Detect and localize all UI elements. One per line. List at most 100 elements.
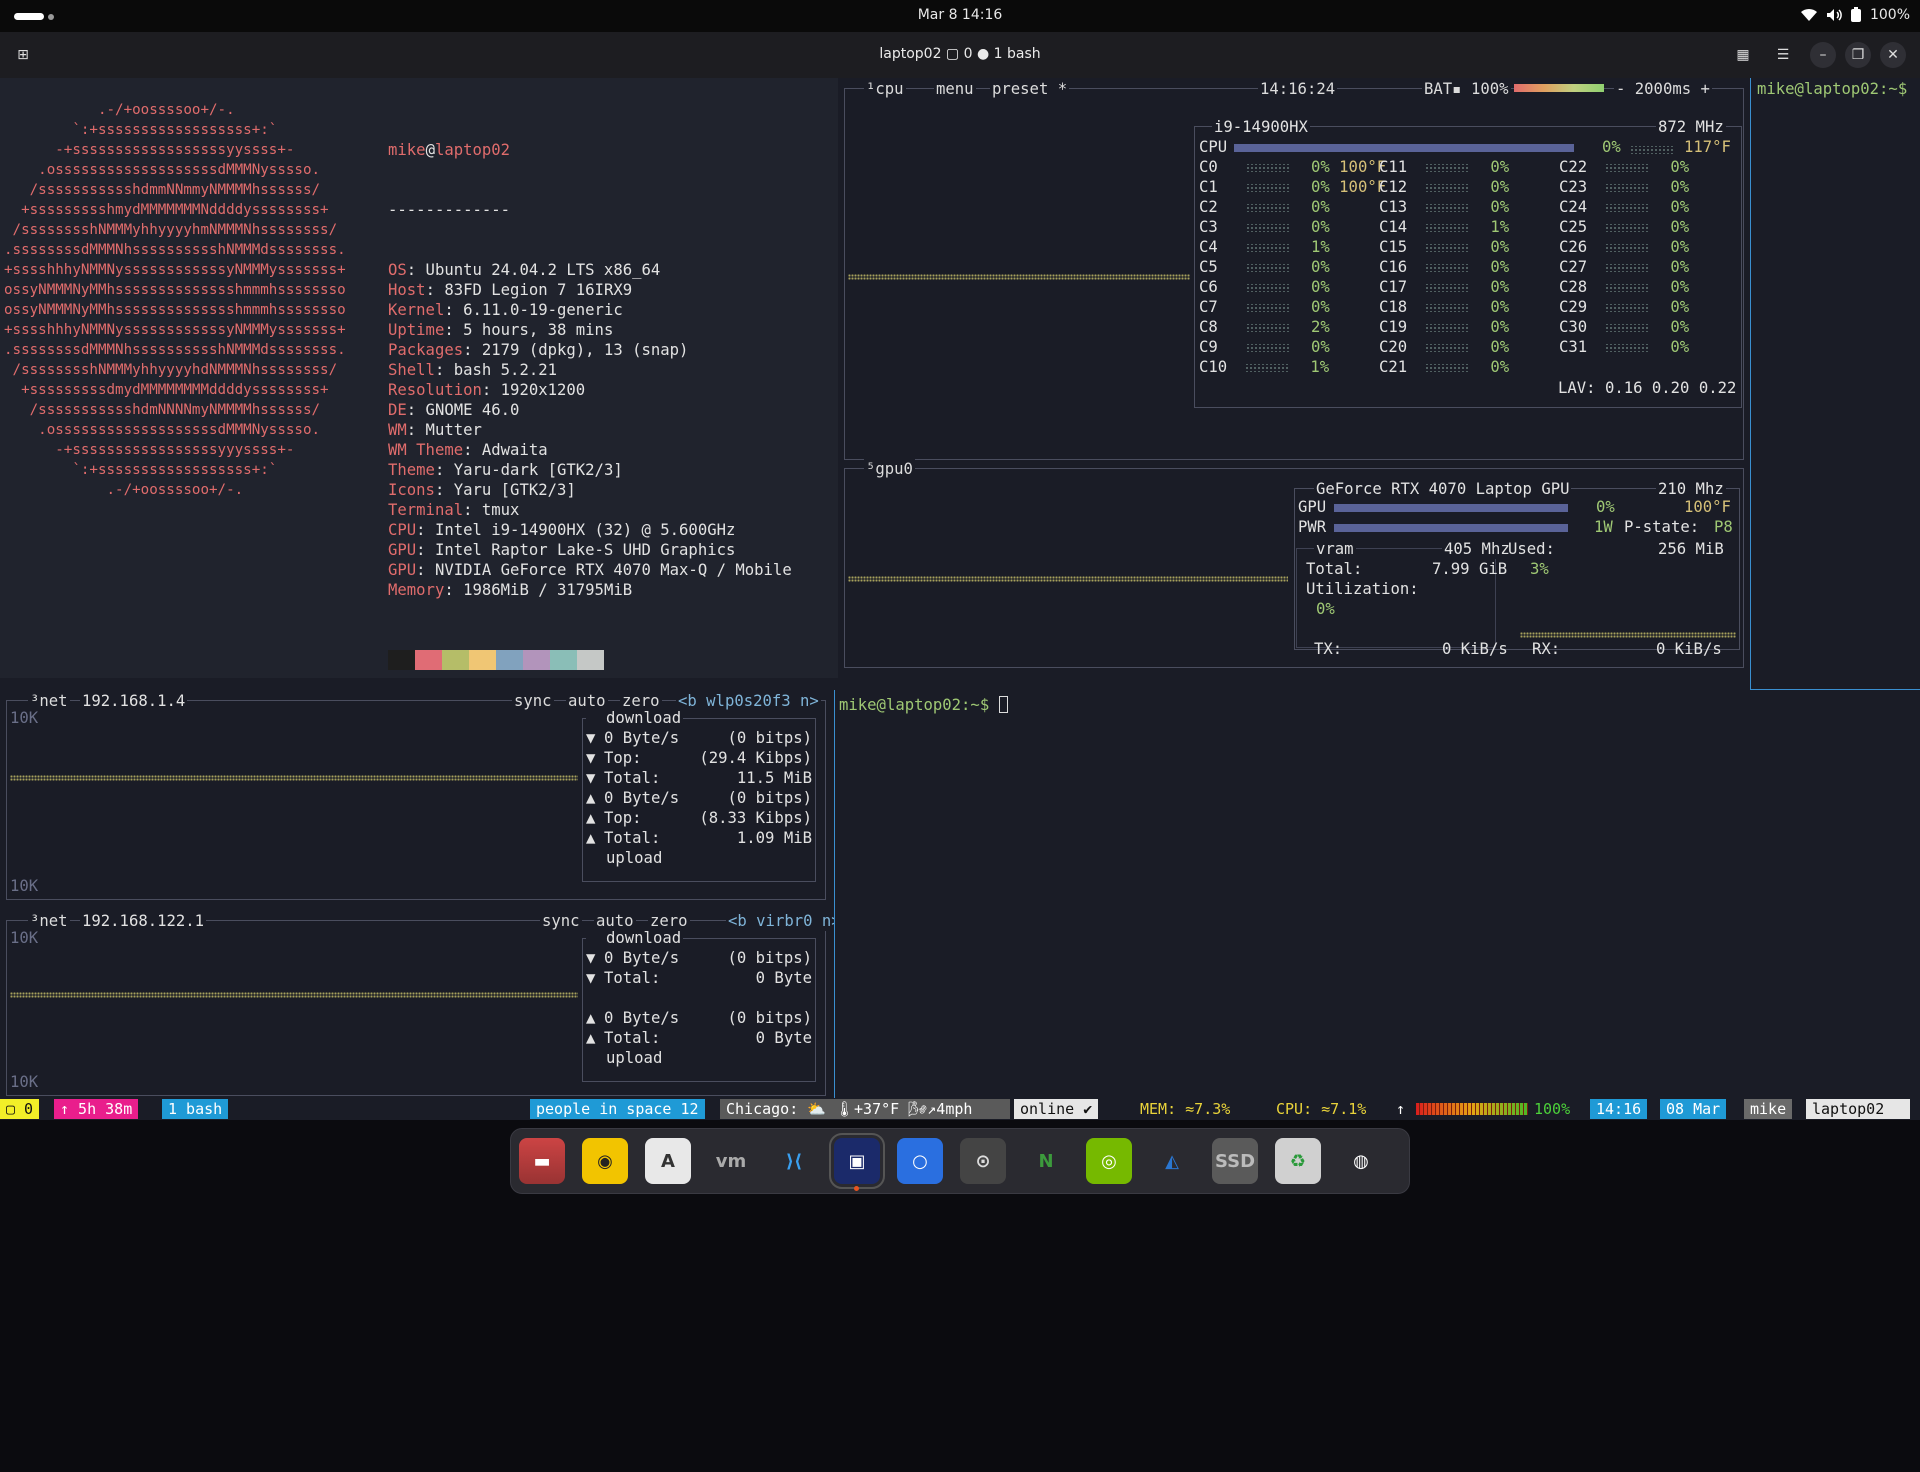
arrow: ▲ (586, 789, 596, 807)
core-name: C1 (1199, 178, 1218, 196)
cpu-core-row: C2 0% (1199, 197, 1330, 217)
separator: ------------- (388, 201, 511, 219)
stat-value: (0 bitps) (727, 729, 813, 747)
core-graph (1605, 344, 1650, 352)
tx-value: 0 KiB/s (1442, 640, 1508, 658)
cpu-core-row: C9 0% (1199, 337, 1330, 357)
info-key: Packages (388, 341, 464, 359)
info-key: Icons (388, 481, 435, 499)
core-pct: 0% (1670, 198, 1690, 216)
info-row: Uptime: 5 hours, 38 mins (388, 320, 792, 340)
cpu-core-row: C4 1% (1199, 237, 1330, 257)
info-value: : Adwaita (463, 441, 548, 459)
core-pct: 0% (1311, 278, 1330, 296)
logo-line: +sssshhhyNMMNyssssssssssssyNMMMysssssss+ (4, 322, 346, 338)
neofetch-pane[interactable]: .-/+oossssoo+/-. `:+ssssssssssssssssss+:… (0, 78, 838, 678)
info-value: : Intel i9-14900HX (32) @ 5.600GHz (416, 521, 736, 539)
cpu-core-row: C22 0% (1559, 157, 1689, 177)
terminal-area[interactable]: .-/+oossssoo+/-. `:+ssssssssssssssssss+:… (0, 78, 1920, 1098)
core-pct: 0% (1311, 338, 1330, 356)
logo-line: +ssssssssshmydMMMMMMMNddddyssssssss+ (4, 202, 329, 218)
grid-view-icon[interactable]: ▦ (1730, 42, 1756, 68)
vmware-icon[interactable]: vm (708, 1138, 754, 1184)
stat-label: download (606, 709, 682, 727)
core-pct: 0% (1670, 318, 1690, 336)
cpu-core-row: C24 0% (1559, 197, 1689, 217)
clock[interactable]: Mar 8 14:16 (0, 7, 1920, 23)
files-icon[interactable]: ▬ (519, 1138, 565, 1184)
core-pct: 0% (1311, 218, 1330, 236)
wireshark-icon[interactable]: ◭ (1149, 1138, 1195, 1184)
net-stat-row: ▼ 0 Byte/s (0 bitps) (586, 948, 812, 968)
battery-meter (1514, 84, 1604, 92)
net-stat-row: upload (586, 848, 665, 868)
close-button[interactable]: ✕ (1880, 42, 1906, 68)
sync-toggle[interactable]: sync (540, 911, 582, 931)
terminal-icon[interactable]: ▣ (829, 1133, 885, 1191)
graph-scale-top: 10K (10, 709, 39, 727)
menu-button[interactable]: menu (934, 79, 976, 99)
cpu-temp: 117°F (1684, 138, 1731, 156)
status-online: online ✔ (1014, 1099, 1099, 1119)
info-key: Kernel (388, 301, 445, 319)
logo-line: `:+ssssssssssssssssss+:` (4, 122, 278, 138)
preset-button[interactable]: preset * (990, 79, 1070, 99)
core-graph (1425, 244, 1470, 252)
maximize-button[interactable]: ❐ (1845, 42, 1871, 68)
interface-selector[interactable]: <b wlp0s20f3 n> (676, 691, 821, 711)
status-window-index[interactable]: ▢ 0 (0, 1099, 40, 1119)
core-graph (1425, 284, 1470, 292)
maps-icon[interactable]: ⊙ (960, 1138, 1006, 1184)
stat-value: (29.4 Kibps) (699, 749, 812, 767)
cpu-core-row: C28 0% (1559, 277, 1689, 297)
status-window-bash[interactable]: 1 bash (162, 1099, 229, 1119)
core-name: C6 (1199, 278, 1218, 296)
net-stat-row: download (586, 708, 684, 728)
arrow: ▲ (586, 1009, 596, 1027)
net-pane[interactable]: ³net 192.168.1.4 sync auto zero <b wlp0s20f3 … (0, 690, 834, 1098)
info-row: WM Theme: Adwaita (388, 440, 792, 460)
vscode-icon[interactable]: ⟩⟨ (771, 1138, 817, 1184)
app-center-icon[interactable]: A (645, 1138, 691, 1184)
nvidia-icon[interactable]: ◎ (1086, 1138, 1132, 1184)
core-pct: 1% (1490, 218, 1510, 236)
core-graph (1425, 204, 1470, 212)
neovim-icon[interactable]: N (1023, 1138, 1069, 1184)
logo-line: .osssssssssssssssssssdMMMNysssso. (4, 162, 321, 178)
core-graph (1245, 264, 1290, 272)
minimize-button[interactable]: – (1810, 42, 1836, 68)
cpu-core-row: C23 0% (1559, 177, 1689, 197)
stat-label: Top: (604, 809, 642, 827)
rhythmbox-icon[interactable]: ◉ (582, 1138, 628, 1184)
info-key: GPU (388, 541, 417, 559)
trash-icon[interactable]: ♻ (1275, 1138, 1321, 1184)
gpu-model: GeForce RTX 4070 Laptop GPU (1314, 479, 1572, 499)
ubuntu-icon[interactable]: ◍ (1338, 1138, 1384, 1184)
core-name: C2 (1199, 198, 1218, 216)
tab-cpu[interactable]: ¹cpu (864, 79, 906, 99)
core-pct: 0% (1490, 298, 1510, 316)
cpu-total-pct: 0% (1602, 138, 1621, 156)
cpu-core-row: C0 0% 100°F (1199, 157, 1386, 177)
info-value: : Yaru-dark [GTK2/3] (434, 461, 623, 479)
cpu-core-row: C10 1% (1199, 357, 1329, 377)
core-pct: 0% (1670, 218, 1690, 236)
system-tray[interactable]: 100% (1800, 7, 1910, 23)
shell-pane-top[interactable]: mike@laptop02:~$ (1750, 78, 1920, 690)
net-stat-row: ▼ 0 Byte/s (0 bitps) (586, 728, 812, 748)
core-graph (1605, 324, 1650, 332)
core-name: C0 (1199, 158, 1218, 176)
menu-icon[interactable]: ☰ (1770, 42, 1796, 68)
core-pct: 0% (1670, 278, 1690, 296)
shell-pane-bottom[interactable]: mike@laptop02:~$ (834, 690, 1920, 1098)
core-name: C23 (1559, 178, 1588, 196)
interval-control[interactable]: - 2000ms + (1614, 79, 1712, 99)
chromium-icon[interactable]: ○ (897, 1138, 943, 1184)
btop-pane[interactable]: ¹cpu menu preset * 14:16:24 BAT▪ 100% - … (838, 78, 1750, 678)
tab-gpu[interactable]: ⁵gpu0 (864, 459, 915, 479)
cpu-core-row: C18 0% (1379, 297, 1509, 317)
sync-toggle[interactable]: sync (512, 691, 554, 711)
ssd-icon[interactable]: SSD (1212, 1138, 1258, 1184)
info-row: Terminal: tmux (388, 500, 792, 520)
interface-selector[interactable]: <b virbr0 n> (726, 911, 834, 931)
